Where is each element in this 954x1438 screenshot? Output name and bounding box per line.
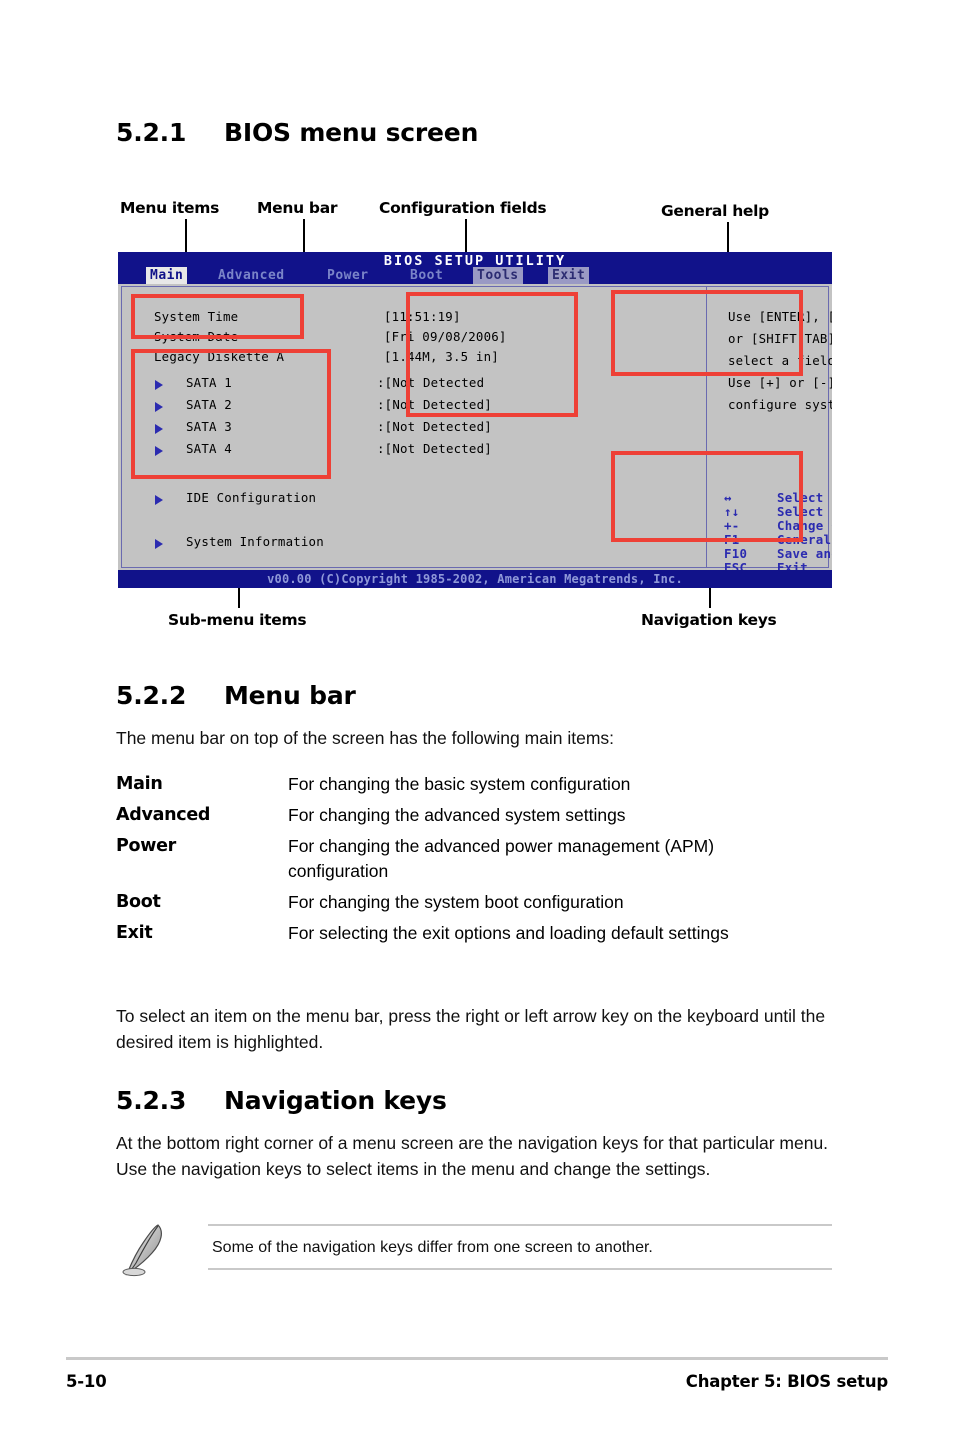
bios-setup-screenshot: BIOS SETUP UTILITY Main Advanced Power B… <box>118 252 832 588</box>
bios-help-line-1: Use [ENTER], [TAB] <box>728 309 832 324</box>
bios-tab-exit[interactable]: Exit <box>548 267 590 284</box>
note-top-rule <box>208 1224 832 1226</box>
bios-nav-key-3: +- <box>724 518 740 533</box>
bios-nav-action-4: General Help <box>777 532 832 547</box>
menubar-term-main: Main <box>116 774 163 794</box>
section-heading-5-2-2: 5.2.2 Menu bar <box>116 681 356 710</box>
menubar-entry-power: Power For changing the advanced power ma… <box>116 834 856 884</box>
bios-item-value-system-time[interactable]: [11:51:19] <box>384 309 461 324</box>
callout-general-help: General help <box>661 202 769 220</box>
section-heading-5-2-3: 5.2.3 Navigation keys <box>116 1086 447 1115</box>
bios-item-value-sata-2[interactable]: :[Not Detected] <box>377 397 492 412</box>
note-pencil-icon <box>118 1222 170 1283</box>
bios-help-line-3: select a field. <box>728 353 832 368</box>
bios-nav-action-3: Change Option <box>777 518 832 533</box>
menubar-intro-paragraph: The menu bar on top of the screen has th… <box>116 728 615 748</box>
footer-rule <box>66 1357 888 1360</box>
menubar-desc-boot: For changing the system boot configurati… <box>288 892 624 912</box>
section-title: Navigation keys <box>224 1086 447 1115</box>
menubar-entry-main: Main For changing the basic system confi… <box>116 772 856 797</box>
submenu-arrow-icon-system-information <box>155 539 163 549</box>
bios-item-label-system-information[interactable]: System Information <box>186 534 324 549</box>
bios-tab-tools[interactable]: Tools <box>473 267 523 284</box>
navkeys-paragraph: At the bottom right corner of a menu scr… <box>116 1133 829 1179</box>
bios-item-label-sata-1[interactable]: SATA 1 <box>186 375 232 390</box>
callout-configuration-fields: Configuration fields <box>379 199 547 217</box>
bios-tab-boot[interactable]: Boot <box>406 267 447 284</box>
bios-menu-bar: Main Advanced Power Boot Tools Exit <box>118 267 832 284</box>
bios-item-value-sata-1[interactable]: :[Not Detected <box>377 375 484 390</box>
bios-item-label-sata-3[interactable]: SATA 3 <box>186 419 232 434</box>
section-number: 5.2.2 <box>116 681 187 710</box>
bios-item-value-legacy-diskette-a[interactable]: [1.44M, 3.5 in] <box>384 349 499 364</box>
menubar-entry-exit: Exit For selecting the exit options and … <box>116 921 856 946</box>
bios-item-label-system-date[interactable]: System Date <box>154 329 238 344</box>
bios-nav-action-2: Select Item <box>777 504 832 519</box>
submenu-arrow-icon-sata-4 <box>155 446 163 456</box>
menubar-term-power: Power <box>116 836 177 856</box>
bios-item-value-sata-3[interactable]: :[Not Detected] <box>377 419 492 434</box>
document-page: 5.2.1 BIOS menu screen Menu items Menu ba… <box>0 0 954 1438</box>
menubar-term-exit: Exit <box>116 923 153 943</box>
bios-item-label-sata-4[interactable]: SATA 4 <box>186 441 232 456</box>
submenu-arrow-icon-ide-configuration <box>155 495 163 505</box>
menubar-desc-advanced: For changing the advanced system setting… <box>288 805 626 825</box>
submenu-arrow-icon-sata-2 <box>155 402 163 412</box>
section-heading-5-2-1: 5.2.1 BIOS menu screen <box>116 118 478 147</box>
section-title: BIOS menu screen <box>224 118 479 147</box>
note-text: Some of the navigation keys differ from … <box>212 1239 653 1256</box>
callout-navigation-keys: Navigation keys <box>641 611 777 629</box>
bios-item-label-system-time[interactable]: System Time <box>154 309 238 324</box>
bios-copyright-footer: v00.00 (C)Copyright 1985-2002, American … <box>118 570 832 588</box>
menubar-desc-main: For changing the basic system configurat… <box>288 774 631 794</box>
bios-nav-key-1: ↔ <box>724 490 732 505</box>
callout-sub-menu-items: Sub-menu items <box>168 611 307 629</box>
note-bottom-rule <box>208 1268 832 1270</box>
callout-menu-items: Menu items <box>120 199 220 217</box>
bios-nav-key-4: F1 <box>724 532 740 547</box>
footer-page-number: 5-10 <box>66 1372 107 1391</box>
menubar-term-advanced: Advanced <box>116 805 211 825</box>
bios-item-label-ide-configuration[interactable]: IDE Configuration <box>186 490 316 505</box>
footer-chapter-label: Chapter 5: BIOS setup <box>685 1372 888 1391</box>
bios-help-line-2: or [SHIFT-TAB] to <box>728 331 832 346</box>
bios-nav-action-5: Save and Exit <box>777 546 832 561</box>
bios-tab-advanced[interactable]: Advanced <box>214 267 289 284</box>
bios-help-line-5: configure system time. <box>728 397 832 412</box>
menubar-desc-exit: For selecting the exit options and loadi… <box>288 923 729 943</box>
menubar-outro-paragraph: To select an item on the menu bar, press… <box>116 1006 826 1052</box>
bios-panel-divider <box>706 287 707 567</box>
bios-nav-action-1: Select Screen <box>777 490 832 505</box>
menubar-entry-advanced: Advanced For changing the advanced syste… <box>116 803 856 828</box>
bios-item-label-sata-2[interactable]: SATA 2 <box>186 397 232 412</box>
bios-content-area: System Time System Date Legacy Diskette … <box>121 286 832 575</box>
menubar-desc-power: For changing the advanced power manageme… <box>288 836 715 881</box>
submenu-arrow-icon-sata-1 <box>155 380 163 390</box>
bios-item-value-system-date[interactable]: [Fri 09/08/2006] <box>384 329 507 344</box>
bios-item-value-sata-4[interactable]: :[Not Detected] <box>377 441 492 456</box>
menubar-entry-boot: Boot For changing the system boot config… <box>116 890 856 915</box>
bios-help-line-4: Use [+] or [-] to <box>728 375 832 390</box>
bios-nav-key-2: ↑↓ <box>724 504 740 519</box>
bios-tab-main[interactable]: Main <box>146 267 188 284</box>
menubar-term-boot: Boot <box>116 892 161 912</box>
submenu-arrow-icon-sata-3 <box>155 424 163 434</box>
bios-item-label-legacy-diskette-a[interactable]: Legacy Diskette A <box>154 349 284 364</box>
menubar-definition-list: Main For changing the basic system confi… <box>116 772 856 952</box>
callout-menu-bar: Menu bar <box>257 199 338 217</box>
section-title: Menu bar <box>224 681 356 710</box>
section-number: 5.2.3 <box>116 1086 187 1115</box>
bios-tab-power[interactable]: Power <box>323 267 373 284</box>
bios-nav-key-5: F10 <box>724 546 748 561</box>
section-number: 5.2.1 <box>116 118 187 147</box>
